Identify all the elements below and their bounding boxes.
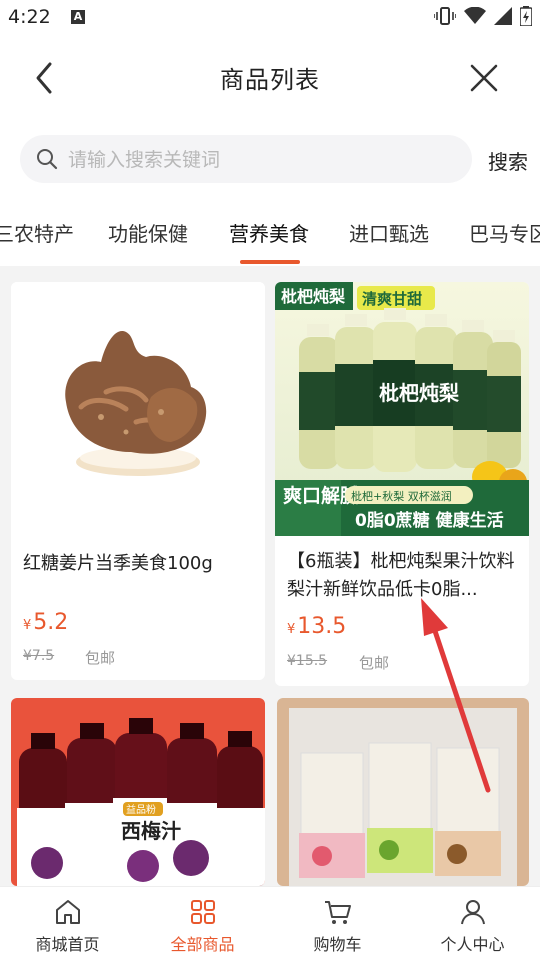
tabbar-profile[interactable]: 个人中心 <box>405 887 540 961</box>
tabbar-label: 商城首页 <box>35 935 100 954</box>
grid-icon <box>190 900 215 924</box>
cart-icon <box>324 901 351 924</box>
tabbar-home[interactable]: 商城首页 <box>0 887 135 961</box>
tabbar-label: 全部商品 <box>170 935 235 954</box>
tabbar-cart[interactable]: 购物车 <box>270 887 405 961</box>
tabbar-all-products[interactable]: 全部商品 <box>135 887 270 961</box>
user-icon <box>460 900 485 925</box>
home-icon <box>55 900 80 924</box>
bottom-tab-bar: 商城首页 全部商品 购物车 个人中心 <box>0 886 540 961</box>
annotation-arrow <box>421 598 491 793</box>
tabbar-label: 购物车 <box>313 935 362 954</box>
tabbar-label: 个人中心 <box>440 935 505 954</box>
